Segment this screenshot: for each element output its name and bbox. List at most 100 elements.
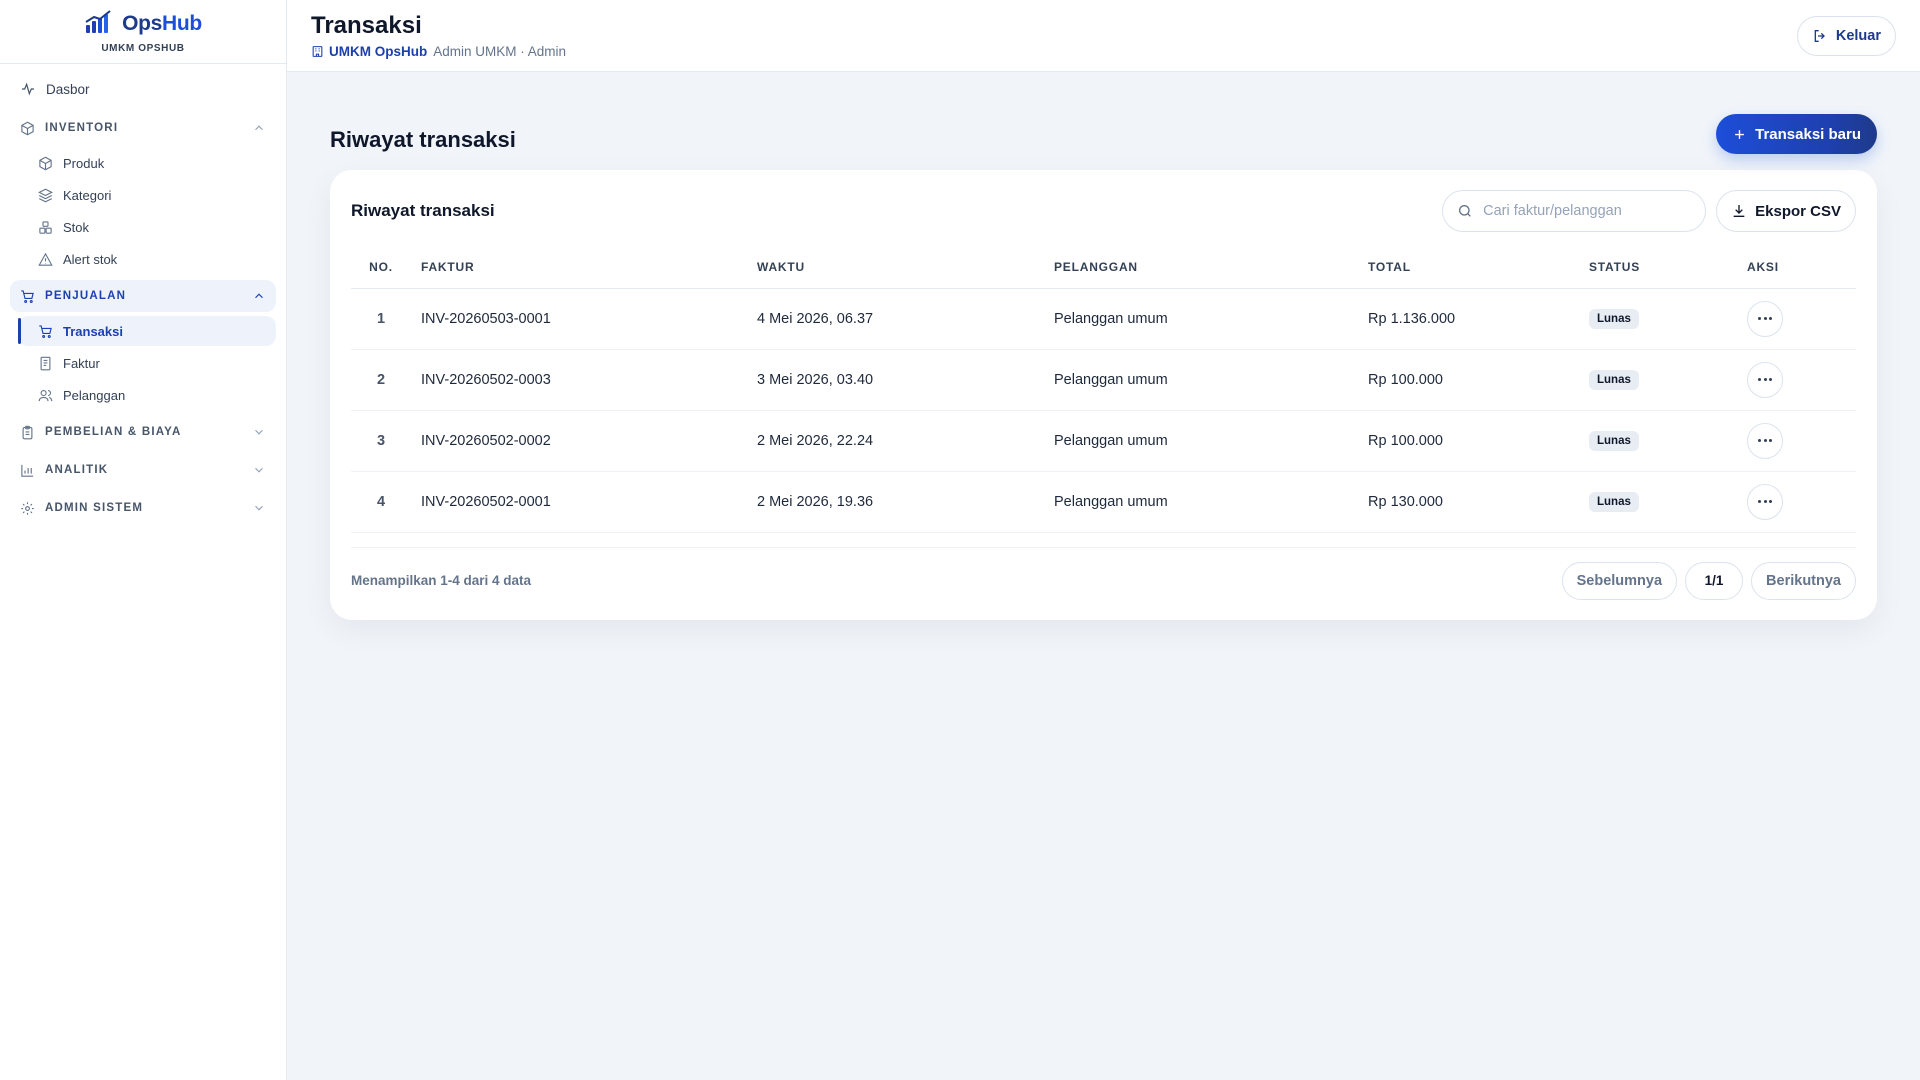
gear-icon — [21, 501, 34, 515]
sidebar-item-label: Alert stok — [63, 251, 118, 267]
status-badge: Lunas — [1589, 369, 1639, 390]
chevron-up-icon — [255, 293, 263, 299]
current-page: 1/1 — [1685, 561, 1744, 600]
sidebar-group-inventori[interactable]: INVENTORI — [10, 112, 276, 144]
breadcrumb: UMKM OpsHub Admin UMKM · Admin — [311, 44, 566, 59]
activity-icon — [22, 82, 34, 96]
sidebar-item-label: Produk — [63, 155, 105, 171]
more-icon — [1758, 439, 1762, 442]
column-header-pelanggan: PELANGGAN — [1044, 246, 1358, 289]
column-header-status: STATUS — [1579, 246, 1737, 289]
sidebar-group-penjualan[interactable]: PENJUALAN — [10, 280, 276, 312]
table-row: 3 INV-20260502-0002 2 Mei 2026, 22.24 Pe… — [351, 410, 1856, 472]
search-box[interactable] — [1442, 190, 1707, 232]
cell-faktur: INV-20260502-0001 — [411, 471, 747, 533]
cell-aksi — [1737, 288, 1856, 350]
more-icon — [1768, 439, 1772, 442]
row-actions-button[interactable] — [1747, 300, 1783, 337]
status-badge: Lunas — [1589, 491, 1639, 512]
cell-no: 2 — [351, 349, 411, 411]
chevron-down-icon — [255, 429, 263, 435]
status-badge: Lunas — [1589, 430, 1639, 451]
cell-aksi — [1737, 410, 1856, 472]
plus-icon — [1735, 129, 1744, 139]
sidebar-group-label: INVENTORI — [45, 122, 119, 134]
org-name[interactable]: UMKM OpsHub — [311, 44, 427, 59]
row-actions-button[interactable] — [1747, 422, 1783, 459]
logout-button[interactable]: Keluar — [1796, 15, 1896, 56]
cell-faktur: INV-20260503-0001 — [411, 288, 747, 350]
cell-waktu: 3 Mei 2026, 03.40 — [747, 349, 1044, 411]
search-input[interactable] — [1483, 203, 1692, 219]
more-icon — [1763, 317, 1767, 320]
building-icon — [312, 46, 323, 57]
column-header-no: NO. — [351, 246, 411, 289]
sidebar-item-pelanggan[interactable]: Pelanggan — [18, 380, 276, 410]
sidebar-item-faktur[interactable]: Faktur — [18, 348, 276, 378]
row-actions-button[interactable] — [1747, 361, 1783, 398]
cell-aksi — [1737, 471, 1856, 533]
cell-pelanggan: Pelanggan umum — [1044, 288, 1358, 350]
row-actions-button[interactable] — [1747, 483, 1783, 520]
app: OpsHub UMKM OPSHUB Dasbor INVENTORI Prod… — [0, 0, 1920, 1080]
layers-icon — [38, 188, 53, 202]
cell-pelanggan: Pelanggan umum — [1044, 349, 1358, 411]
sidebar-item-label: Dasbor — [46, 81, 90, 97]
main-area: Transaksi UMKM OpsHub Admin UMKM · Admin… — [287, 0, 1920, 1080]
sidebar-group-analitik[interactable]: ANALITIK — [10, 454, 276, 486]
sidebar-item-produk[interactable]: Produk — [18, 148, 276, 178]
cell-total: Rp 100.000 — [1358, 410, 1579, 472]
user-role: Admin UMKM · Admin — [433, 44, 567, 59]
chevron-down-icon — [255, 467, 263, 473]
sidebar-item-label: Pelanggan — [63, 387, 126, 403]
column-header-waktu: WAKTU — [747, 246, 1044, 289]
alert-triangle-icon — [38, 252, 53, 266]
brand-name: OpsHub — [122, 12, 202, 35]
logout-icon — [1814, 29, 1825, 42]
table-row: 1 INV-20260503-0001 4 Mei 2026, 06.37 Pe… — [351, 288, 1856, 350]
logout-label: Keluar — [1835, 27, 1881, 44]
sidebar-item-label: Kategori — [63, 187, 112, 203]
cell-aksi — [1737, 349, 1856, 411]
status-badge: Lunas — [1589, 308, 1639, 329]
new-transaction-button[interactable]: Transaksi baru — [1716, 114, 1877, 154]
cell-pelanggan: Pelanggan umum — [1044, 471, 1358, 533]
brand[interactable]: OpsHub UMKM OPSHUB — [0, 0, 286, 64]
more-icon — [1763, 439, 1767, 442]
cell-waktu: 2 Mei 2026, 19.36 — [747, 471, 1044, 533]
export-csv-button[interactable]: Ekspor CSV — [1716, 190, 1856, 232]
more-icon — [1763, 500, 1767, 503]
sidebar-item-kategori[interactable]: Kategori — [18, 180, 276, 210]
cell-no: 4 — [351, 471, 411, 533]
more-icon — [1768, 378, 1772, 381]
chevron-up-icon — [255, 125, 263, 131]
sidebar-group-label: PEMBELIAN & BIAYA — [45, 426, 182, 438]
cell-no: 3 — [351, 410, 411, 472]
sidebar-item-transaksi[interactable]: Transaksi — [18, 316, 276, 346]
transactions-table: NO. FAKTUR WAKTU PELANGGAN TOTAL STATUS … — [351, 246, 1856, 533]
column-header-aksi: AKSI — [1737, 246, 1856, 289]
pager: Sebelumnya 1/1 Berikutnya — [1561, 561, 1856, 600]
sidebar-item-alert-stok[interactable]: Alert stok — [18, 244, 276, 274]
sidebar-item-dashboard[interactable]: Dasbor — [10, 72, 276, 106]
more-icon — [1763, 378, 1767, 381]
brand-subtitle: UMKM OPSHUB — [101, 42, 185, 54]
cell-waktu: 2 Mei 2026, 22.24 — [747, 410, 1044, 472]
sidebar-group-admin-sistem[interactable]: ADMIN SISTEM — [10, 492, 276, 524]
shopping-cart-icon — [39, 324, 52, 338]
content: Riwayat transaksi Transaksi baru Riwayat… — [287, 72, 1920, 620]
package-icon — [39, 156, 52, 170]
table-row: 4 INV-20260502-0001 2 Mei 2026, 19.36 Pe… — [351, 471, 1856, 533]
cell-status: Lunas — [1579, 471, 1737, 533]
next-page-button[interactable]: Berikutnya — [1751, 561, 1856, 600]
cell-no: 1 — [351, 288, 411, 350]
export-csv-label: Ekspor CSV — [1755, 202, 1841, 220]
download-icon — [1733, 205, 1745, 217]
prev-page-button[interactable]: Sebelumnya — [1561, 561, 1678, 600]
new-transaction-label: Transaksi baru — [1755, 125, 1861, 143]
cell-waktu: 4 Mei 2026, 06.37 — [747, 288, 1044, 350]
chevron-down-icon — [255, 505, 263, 511]
cell-status: Lunas — [1579, 288, 1737, 350]
sidebar-group-pembelian-biaya[interactable]: PEMBELIAN & BIAYA — [10, 416, 276, 448]
sidebar-item-stok[interactable]: Stok — [18, 212, 276, 242]
